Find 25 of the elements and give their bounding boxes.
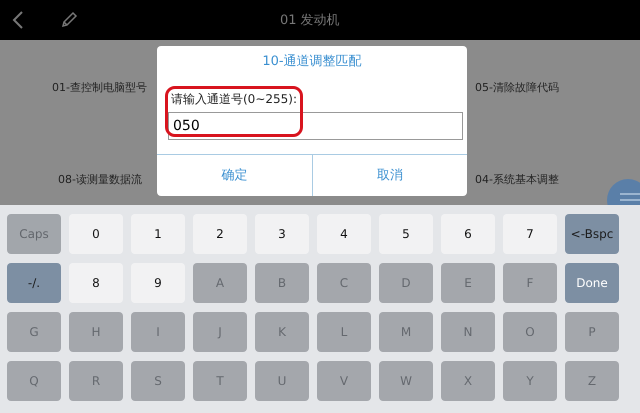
prompt-label: 请输入通道号(0~255): (171, 91, 297, 108)
input-field[interactable]: 050 (168, 112, 463, 140)
dialog-button[interactable]: 确定 (157, 155, 312, 196)
pencil-icon[interactable] (60, 11, 78, 29)
key[interactable]: -/. (7, 263, 61, 303)
key[interactable]: <-Bspc (565, 214, 619, 254)
key[interactable]: 2 (193, 214, 247, 254)
key[interactable]: Done (565, 263, 619, 303)
dialog-button[interactable]: 取消 (312, 155, 467, 196)
menu-item[interactable]: 08-读测量数据流 (58, 172, 142, 188)
key[interactable]: 7 (503, 214, 557, 254)
dialog-title: 10-通道调整匹配 (261, 53, 363, 72)
key[interactable]: 5 (379, 214, 433, 254)
key[interactable]: 9 (131, 263, 185, 303)
menu-item[interactable]: 04-系统基本调整 (475, 172, 559, 188)
key[interactable]: 1 (131, 214, 185, 254)
key[interactable]: 0 (69, 214, 123, 254)
back-icon[interactable] (12, 10, 24, 30)
key[interactable]: 8 (69, 263, 123, 303)
menu-item[interactable]: 01-查控制电脑型号 (52, 80, 147, 96)
screen-title: 01 发动机 (280, 12, 340, 30)
key[interactable]: 3 (255, 214, 309, 254)
menu-item[interactable]: 05-清除故障代码 (475, 80, 559, 96)
key[interactable]: 6 (441, 214, 495, 254)
key[interactable]: 4 (317, 214, 371, 254)
